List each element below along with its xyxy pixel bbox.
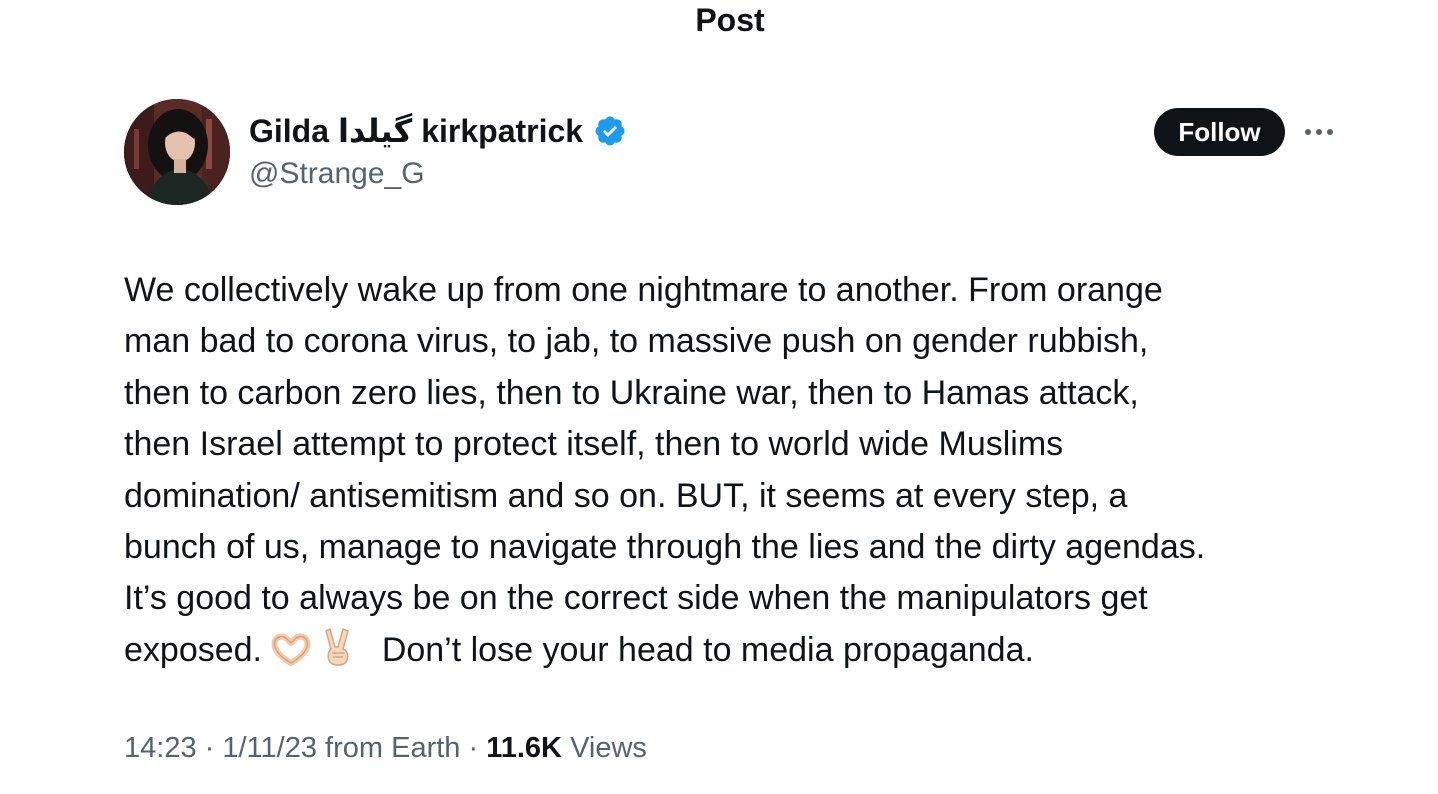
post-text-line: then Israel attempt to protect itself, t… [124, 425, 1064, 464]
post-text-line: It’s good to always be on the correct si… [124, 579, 1148, 618]
post-time[interactable]: 14:23 [124, 732, 197, 764]
author-name-last: kirkpatrick [421, 113, 584, 149]
heart-hands-emoji-icon [271, 631, 311, 682]
post-text-line: We collectively wake up from one nightma… [124, 271, 1163, 309]
post-text-last-line: exposed. Don’t lose your head to media p… [124, 625, 1354, 676]
post-text-line: domination/ antisemitism and so on. BUT,… [124, 476, 1128, 515]
views-label[interactable]: Views [570, 732, 647, 764]
meta-separator: · [204, 732, 215, 764]
avatar[interactable] [124, 99, 230, 205]
post-date[interactable]: 1/11/23 [222, 732, 317, 764]
verified-badge-icon [593, 114, 627, 148]
post-text-segment: Don’t lose your head to media propaganda… [381, 630, 1034, 669]
views-count[interactable]: 11.6K [486, 732, 562, 764]
post-text-line: then to carbon zero lies, then to Ukrain… [124, 373, 1139, 412]
post-source: from Earth [325, 732, 461, 764]
post-meta: 14:23 · 1/11/23 from Earth · 11.6K Views [124, 728, 647, 768]
meta-separator: · [468, 732, 479, 764]
more-horizontal-icon[interactable] [1302, 118, 1336, 146]
post-page: Post Gilda گیلدا kirkpatrick @Strange_G [0, 0, 1438, 794]
author-name-persian: گیلدا [338, 113, 413, 149]
page-title: Post [695, 2, 765, 38]
victory-hand-emoji-icon [321, 627, 355, 682]
author-handle[interactable]: @Strange_G [249, 154, 425, 194]
post-text-segment: exposed. [124, 630, 262, 669]
follow-button[interactable]: Follow [1154, 108, 1285, 156]
author-name[interactable]: Gilda گیلدا kirkpatrick [249, 110, 627, 152]
post-text-line: bunch of us, manage to navigate through … [124, 527, 1206, 566]
post-text: We collectively wake up from one nightma… [124, 265, 1354, 676]
post-text-line: man bad to corona virus, to jab, to mass… [124, 322, 1149, 361]
author-name-first: Gilda [249, 113, 330, 149]
